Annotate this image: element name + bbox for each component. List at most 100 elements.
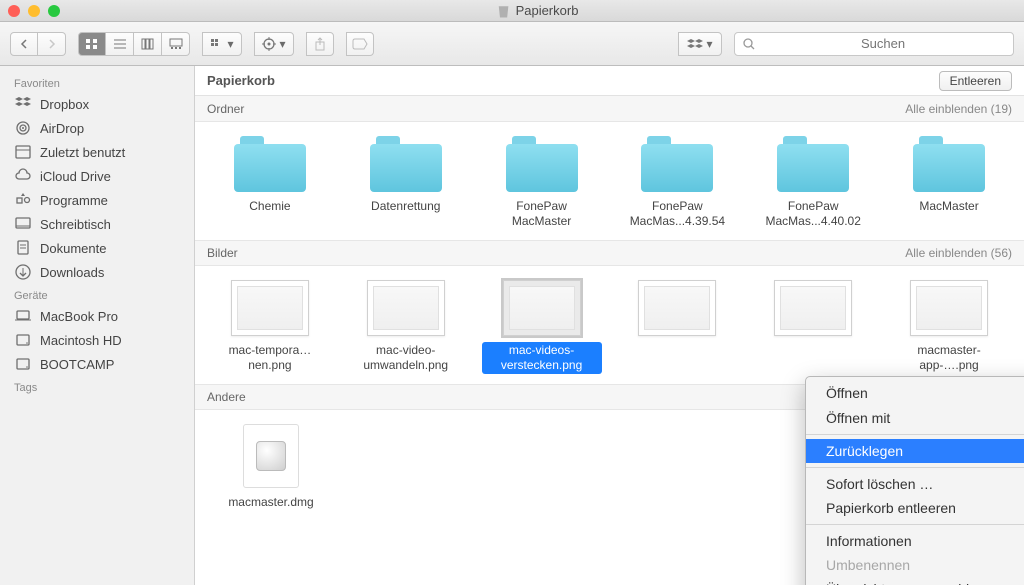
close-window-button[interactable] — [8, 5, 20, 17]
airdrop-icon — [14, 119, 32, 137]
item-label: FonePaw MacMaster — [482, 198, 602, 230]
context-item-label: Umbenennen — [826, 557, 910, 573]
forward-button[interactable] — [38, 32, 66, 56]
back-button[interactable] — [10, 32, 38, 56]
item-label: Datenrettung — [367, 198, 444, 215]
column-view-button[interactable] — [134, 32, 162, 56]
sidebar-item-label: BOOTCAMP — [40, 357, 114, 372]
context-item-sofort-l-schen-[interactable]: Sofort löschen … — [806, 472, 1024, 496]
sidebar-item-airdrop[interactable]: AirDrop — [0, 116, 194, 140]
section-title: Andere — [207, 390, 246, 404]
image-item[interactable]: mac-tempora…nen.png — [207, 280, 333, 374]
folder-item[interactable]: FonePaw MacMas...4.39.54 — [614, 136, 740, 230]
share-button[interactable] — [306, 32, 334, 56]
image-item[interactable]: macmaster-app-….png — [886, 280, 1012, 374]
context-item-label: Öffnen mit — [826, 410, 890, 426]
context-item--ffnen-mit[interactable]: Öffnen mit▶ — [806, 405, 1024, 430]
icloud-icon — [14, 167, 32, 185]
item-label: Chemie — [245, 198, 294, 215]
sidebar-item-label: Schreibtisch — [40, 217, 111, 232]
image-item[interactable] — [750, 280, 876, 374]
sidebar-item-zuletzt-benutzt[interactable]: Zuletzt benutzt — [0, 140, 194, 164]
sidebar-item-dokumente[interactable]: Dokumente — [0, 236, 194, 260]
dropbox-toolbar-button[interactable]: ▾ — [678, 32, 722, 56]
dmg-icon — [243, 424, 299, 488]
image-item[interactable]: mac-video-umwandeln.png — [343, 280, 469, 374]
gallery-view-button[interactable] — [162, 32, 190, 56]
sidebar-group-header: Tags — [0, 376, 194, 396]
downloads-icon — [14, 263, 32, 281]
sidebar-item-macintosh-hd[interactable]: Macintosh HD — [0, 328, 194, 352]
image-item[interactable]: mac-videos-verstecken.png — [479, 280, 605, 374]
item-label: FonePaw MacMas...4.39.54 — [617, 198, 737, 230]
empty-trash-button[interactable]: Entleeren — [939, 71, 1012, 91]
window-title: Papierkorb — [516, 3, 579, 18]
titlebar: Papierkorb — [0, 0, 1024, 22]
folder-icon — [234, 136, 306, 192]
action-button[interactable]: ▾ — [254, 32, 294, 56]
context-item-zur-cklegen[interactable]: Zurücklegen — [806, 439, 1024, 463]
search-field[interactable] — [734, 32, 1014, 56]
context-item--ffnen[interactable]: Öffnen — [806, 381, 1024, 405]
context-menu: Öffnen Öffnen mit▶ Zurücklegen Sofort lösch… — [805, 376, 1024, 585]
sidebar: FavoritenDropboxAirDropZuletzt benutztiC… — [0, 66, 195, 585]
sidebar-item-label: Zuletzt benutzt — [40, 145, 125, 160]
sidebar-item-programme[interactable]: Programme — [0, 188, 194, 212]
documents-icon — [14, 239, 32, 257]
sidebar-item-label: Dropbox — [40, 97, 89, 112]
image-item[interactable] — [614, 280, 740, 374]
apps-icon — [14, 191, 32, 209]
folder-item[interactable]: FonePaw MacMaster — [479, 136, 605, 230]
item-label: mac-videos-verstecken.png — [482, 342, 602, 374]
minimize-window-button[interactable] — [28, 5, 40, 17]
path-bar: Papierkorb Entleeren — [195, 66, 1024, 96]
item-label — [673, 342, 681, 344]
section-header: BilderAlle einblenden (56) — [195, 240, 1024, 266]
sidebar-item-bootcamp[interactable]: BOOTCAMP — [0, 352, 194, 376]
folder-item[interactable]: Datenrettung — [343, 136, 469, 230]
list-view-button[interactable] — [106, 32, 134, 56]
sidebar-item-icloud-drive[interactable]: iCloud Drive — [0, 164, 194, 188]
search-input[interactable] — [761, 36, 1005, 51]
context-item-label: Öffnen — [826, 385, 868, 401]
toolbar: ▾ ▾ ▾ — [0, 22, 1024, 66]
context-item--bersicht-von-mac-videos-verstecken-png-[interactable]: Übersicht von „mac-videos-verstecken.png… — [806, 577, 1024, 585]
folder-item[interactable]: Chemie — [207, 136, 333, 230]
context-item-label: Papierkorb entleeren — [826, 500, 956, 516]
recent-icon — [14, 143, 32, 161]
image-thumbnail — [638, 280, 716, 336]
sidebar-item-macbook-pro[interactable]: MacBook Pro — [0, 304, 194, 328]
folder-item[interactable]: MacMaster — [886, 136, 1012, 230]
context-item-informationen[interactable]: Informationen — [806, 529, 1024, 553]
sidebar-item-schreibtisch[interactable]: Schreibtisch — [0, 212, 194, 236]
section-items: mac-tempora…nen.pngmac-video-umwandeln.p… — [195, 266, 1024, 384]
sidebar-item-label: Programme — [40, 193, 108, 208]
folder-item[interactable]: FonePaw MacMas...4.40.02 — [750, 136, 876, 230]
sidebar-item-label: AirDrop — [40, 121, 84, 136]
image-thumbnail — [503, 280, 581, 336]
trash-icon — [498, 4, 510, 18]
context-item-label: Sofort löschen … — [826, 476, 933, 492]
sidebar-item-dropbox[interactable]: Dropbox — [0, 92, 194, 116]
context-item-label: Übersicht von „mac-videos-verstecken.png… — [826, 581, 1024, 585]
icon-view-button[interactable] — [78, 32, 106, 56]
zoom-window-button[interactable] — [48, 5, 60, 17]
item-label: macmaster-app-….png — [889, 342, 1009, 374]
sidebar-item-downloads[interactable]: Downloads — [0, 260, 194, 284]
hdd-icon — [14, 331, 32, 349]
context-item-umbenennen: Umbenennen — [806, 553, 1024, 577]
section-count[interactable]: Alle einblenden (56) — [905, 246, 1012, 260]
section-items: Chemie Datenrettung FonePaw MacMaster FoneP… — [195, 122, 1024, 240]
context-item-papierkorb-entleeren[interactable]: Papierkorb entleeren — [806, 496, 1024, 520]
folder-icon — [777, 136, 849, 192]
item-label: MacMaster — [915, 198, 982, 215]
hdd-icon — [14, 355, 32, 373]
sidebar-item-label: iCloud Drive — [40, 169, 111, 184]
location-label: Papierkorb — [207, 73, 275, 88]
dropbox-icon — [14, 95, 32, 113]
context-separator — [806, 524, 1024, 525]
tags-button[interactable] — [346, 32, 374, 56]
section-count[interactable]: Alle einblenden (19) — [905, 102, 1012, 116]
group-by-button[interactable]: ▾ — [202, 32, 242, 56]
dmg-item[interactable]: macmaster.dmg — [207, 424, 335, 511]
